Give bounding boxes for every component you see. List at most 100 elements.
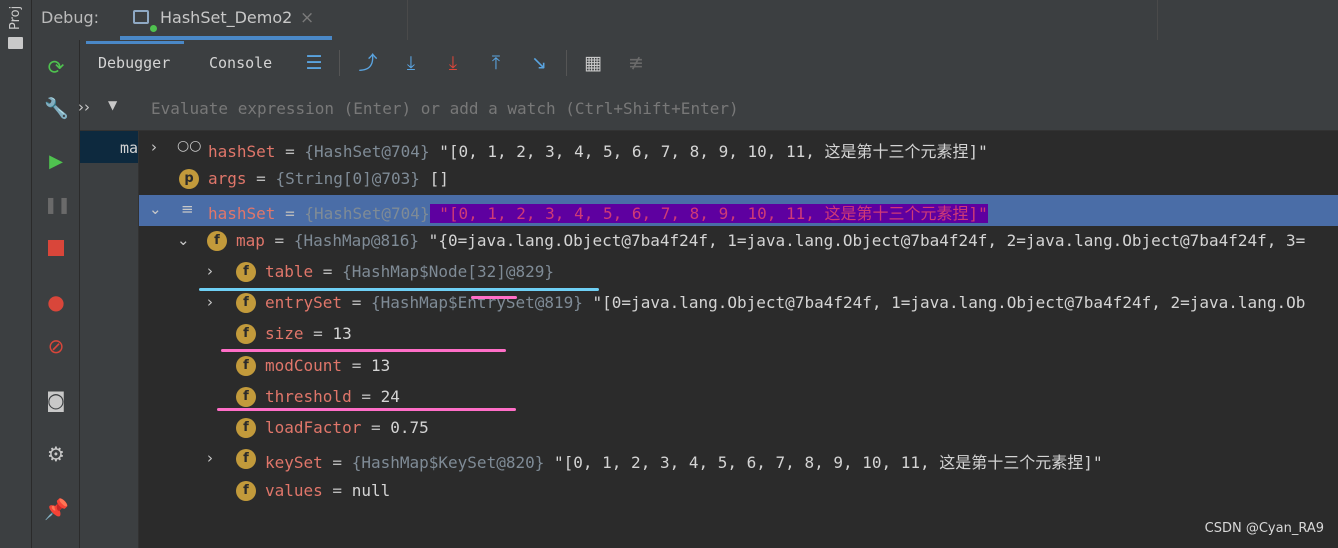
evaluate-expression-input[interactable] <box>151 96 1311 120</box>
variable-name: map <box>236 231 265 250</box>
field-icon: f <box>236 262 256 282</box>
equals-sign: = <box>264 231 294 250</box>
chevron-down-icon[interactable]: ⌄ <box>149 200 162 218</box>
resume-icon[interactable]: ▶ <box>44 150 68 174</box>
watch-glasses-icon: ○○ <box>177 138 202 154</box>
project-strip-label[interactable]: Proj <box>8 6 23 30</box>
field-icon: f <box>236 356 256 376</box>
parameter-icon: p <box>179 169 199 189</box>
titlebar-divider <box>1157 0 1158 40</box>
view-breakpoints-icon[interactable]: ● <box>44 290 68 314</box>
variable-value: null <box>351 481 391 500</box>
variable-row[interactable]: › f entrySet = {HashMap$EntrySet@819} "[… <box>139 288 1338 319</box>
cyan-underline-annotation <box>199 288 599 291</box>
variable-name: loadFactor <box>265 418 362 437</box>
field-icon: f <box>236 387 256 407</box>
variable-row[interactable]: › f table = {HashMap$Node[32]@829} <box>139 257 1338 288</box>
chevron-down-icon[interactable]: ⌄ <box>177 231 190 249</box>
variable-value: 0.75 <box>390 418 429 437</box>
variable-name: args <box>208 169 247 188</box>
close-icon[interactable]: × <box>300 8 314 28</box>
variable-value: "{0=java.lang.Object@7ba4f24f, 1=java.la… <box>419 231 1306 250</box>
chevron-right-icon[interactable]: › <box>151 138 157 156</box>
equals-sign: = <box>322 481 352 500</box>
equals-sign: = <box>246 169 276 188</box>
run-tab-label: HashSet_Demo2 <box>160 8 293 27</box>
variable-type: {HashSet@704} <box>304 204 430 223</box>
toolbar-separator <box>339 50 340 76</box>
camera-icon[interactable]: ◙ <box>44 388 68 412</box>
variable-row[interactable]: p args = {String[0]@703} [] <box>139 164 1338 195</box>
variable-name: table <box>265 262 314 281</box>
variable-name: modCount <box>265 356 343 375</box>
equals-sign: = <box>342 356 371 375</box>
variable-type: {String[0]@703} <box>275 169 420 188</box>
variables-tree: › ○○ hashSet = {HashSet@704} "[0, 1, 2, … <box>139 131 1338 548</box>
stack-icon: ≡ <box>181 200 194 218</box>
show-execution-point-icon[interactable]: ⤴ <box>357 52 379 74</box>
pin-icon[interactable]: 📌 <box>44 497 69 521</box>
titlebar-divider <box>407 0 408 40</box>
chevrons-icon[interactable]: ›› <box>78 98 90 116</box>
variable-name: keySet <box>265 453 323 472</box>
chevron-right-icon[interactable]: › <box>207 293 213 311</box>
debugger-toolbar: Debugger Console ☰ ⤴ ⤓ ⤓ ⤒ ↘ ▦ ≢ <box>80 40 1338 87</box>
equals-sign: = <box>351 387 381 406</box>
variable-type: {HashMap$Node[32]@829} <box>342 262 554 281</box>
variable-row[interactable]: › f keySet = {HashMap$KeySet@820} "[0, 1… <box>139 444 1338 475</box>
chevron-down-icon[interactable]: ▼ <box>108 98 117 112</box>
variable-row-selected[interactable]: ⌄ ≡ hashSet = {HashSet@704} "[0, 1, 2, 3… <box>139 195 1338 226</box>
step-out-icon[interactable]: ⤒ <box>485 52 507 74</box>
chevron-right-icon[interactable]: › <box>207 449 213 467</box>
variable-row[interactable]: f loadFactor = 0.75 <box>139 413 1338 444</box>
frame-label: ma <box>120 139 139 157</box>
frame-item[interactable]: ma <box>80 131 138 163</box>
variable-row[interactable]: › ○○ hashSet = {HashSet@704} "[0, 1, 2, … <box>139 133 1338 164</box>
variable-name: hashSet <box>208 142 276 161</box>
project-tool-strip[interactable]: Proj <box>0 0 32 68</box>
variable-row[interactable]: f size = 13 <box>139 319 1338 350</box>
variable-value: 13 <box>332 324 352 343</box>
variable-type: {HashSet@704} <box>304 142 430 161</box>
tab-console[interactable]: Console <box>209 54 272 72</box>
gear-icon[interactable]: ⚙ <box>44 442 68 466</box>
wrench-icon[interactable]: 🔧 <box>44 96 69 120</box>
field-icon: f <box>207 231 227 251</box>
step-into-icon[interactable]: ⤓ <box>400 52 422 74</box>
watermark: CSDN @Cyan_RA9 <box>1204 521 1324 536</box>
variable-name: values <box>265 481 323 500</box>
variable-value: 24 <box>380 387 400 406</box>
variable-name: size <box>265 324 304 343</box>
rerun-icon[interactable]: ⟳ <box>44 55 68 79</box>
variable-value: [] <box>419 169 449 188</box>
variable-value: "[0=java.lang.Object@7ba4f24f, 1=java.la… <box>582 293 1306 312</box>
run-config-tab[interactable]: HashSet_Demo2 × <box>120 0 332 40</box>
layout-menu-icon[interactable]: ☰ <box>303 52 325 74</box>
force-step-into-icon[interactable]: ⤓ <box>442 52 464 74</box>
mute-breakpoints-icon[interactable]: ⊘ <box>44 334 68 358</box>
field-icon: f <box>236 293 256 313</box>
pause-icon[interactable]: ❚❚ <box>44 193 71 217</box>
tab-debugger[interactable]: Debugger <box>98 54 170 72</box>
evaluate-expression-icon[interactable]: ▦ <box>582 52 604 74</box>
equals-sign: = <box>313 262 343 281</box>
frames-pane <box>80 131 139 548</box>
pink-underline-annotation <box>471 296 517 299</box>
field-icon: f <box>236 449 256 469</box>
chevron-right-icon[interactable]: › <box>207 262 213 280</box>
variable-type: {HashMap$KeySet@820} <box>351 453 545 472</box>
variable-name: hashSet <box>208 204 276 223</box>
active-tab-underline <box>86 41 184 44</box>
debug-label: Debug: <box>41 8 100 27</box>
run-to-cursor-icon[interactable]: ↘ <box>528 52 550 74</box>
final-field-icon: f <box>236 418 256 438</box>
variable-type: {HashMap@816} <box>293 231 420 250</box>
stop-icon[interactable] <box>44 236 68 260</box>
trace-stream-icon[interactable]: ≢ <box>625 52 647 74</box>
variable-row[interactable]: f values = null <box>139 476 1338 507</box>
window-icon <box>133 10 149 24</box>
left-gutter <box>0 68 32 548</box>
equals-sign: = <box>342 293 371 312</box>
variable-row[interactable]: f modCount = 13 <box>139 351 1338 382</box>
variable-row[interactable]: ⌄ f map = {HashMap@816} "{0=java.lang.Ob… <box>139 226 1338 257</box>
